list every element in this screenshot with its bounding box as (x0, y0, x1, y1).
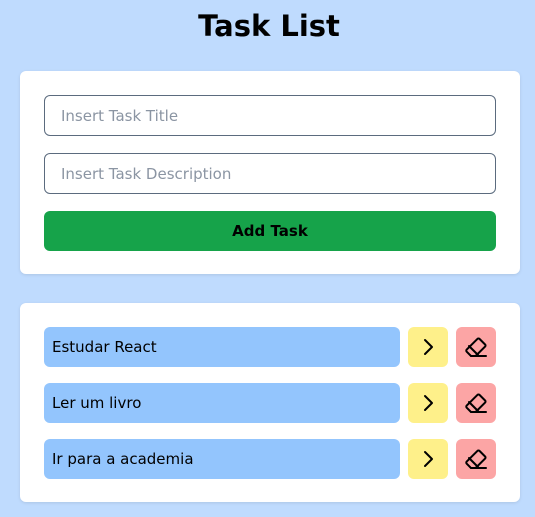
task-description-input[interactable] (44, 153, 496, 194)
task-delete-button[interactable] (456, 383, 496, 423)
task-delete-button[interactable] (456, 327, 496, 367)
task-details-button[interactable] (408, 327, 448, 367)
task-title-button[interactable]: Ir para a academia (44, 439, 400, 479)
task-title-input[interactable] (44, 95, 496, 136)
task-delete-button[interactable] (456, 439, 496, 479)
eraser-icon (464, 391, 488, 415)
chevron-right-icon (416, 447, 440, 471)
task-title-button[interactable]: Estudar React (44, 327, 400, 367)
eraser-icon (464, 447, 488, 471)
chevron-right-icon (416, 335, 440, 359)
page-title: Task List (198, 9, 340, 43)
task-list-item: Ler um livro (44, 383, 496, 423)
task-list: Estudar React Ler um livro Ir para a aca… (20, 303, 520, 502)
add-task-button[interactable]: Add Task (44, 211, 496, 251)
task-list-item: Ir para a academia (44, 439, 496, 479)
eraser-icon (464, 335, 488, 359)
chevron-right-icon (416, 391, 440, 415)
task-title-button[interactable]: Ler um livro (44, 383, 400, 423)
add-task-form: Add Task (20, 71, 520, 274)
task-details-button[interactable] (408, 439, 448, 479)
task-list-item: Estudar React (44, 327, 496, 367)
task-details-button[interactable] (408, 383, 448, 423)
